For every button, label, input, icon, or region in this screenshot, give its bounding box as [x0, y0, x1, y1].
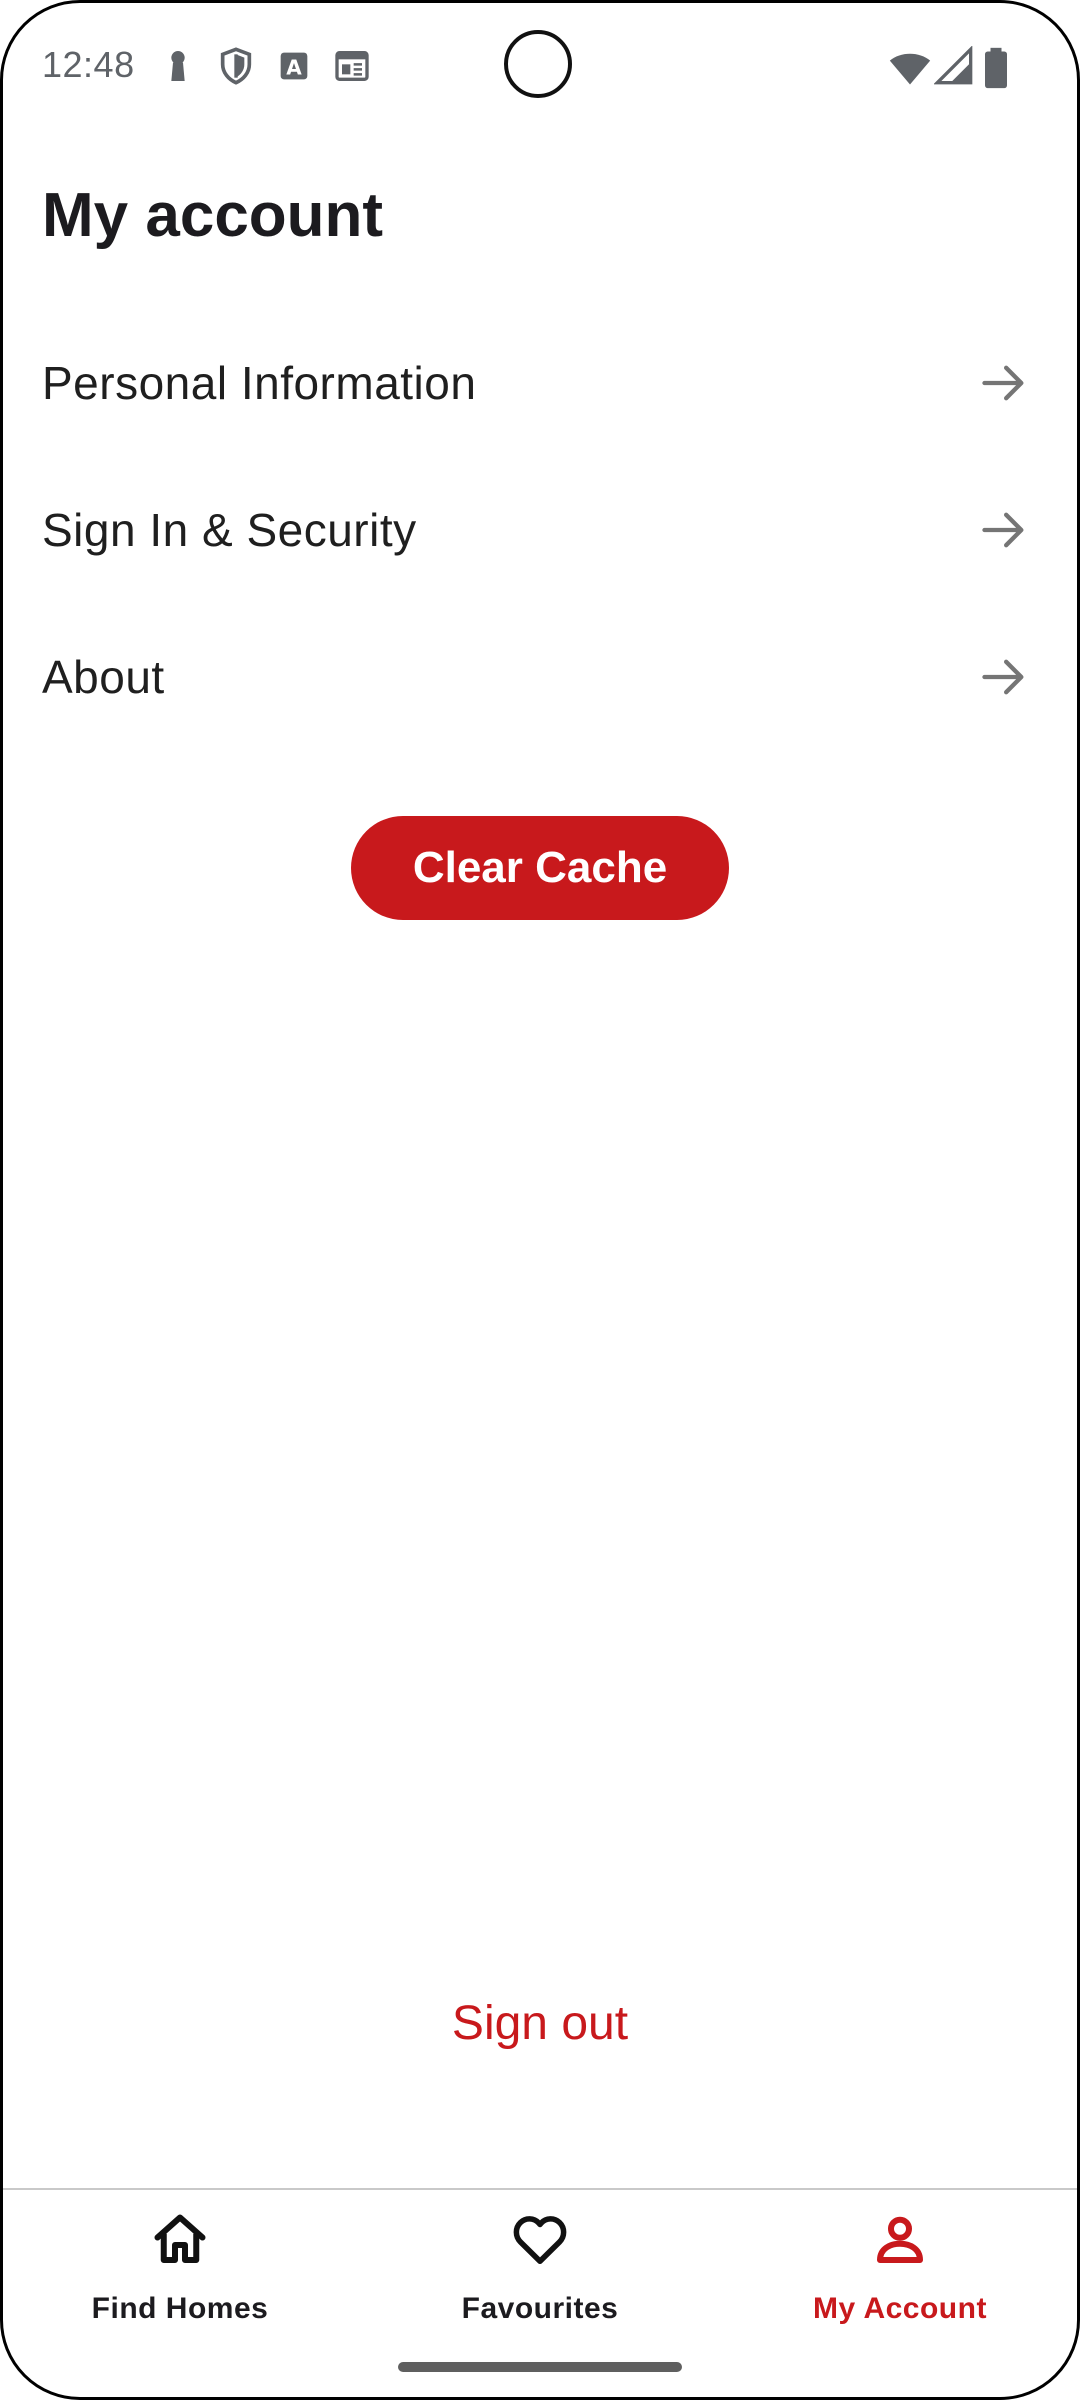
wifi-icon	[889, 53, 931, 85]
heart-icon	[513, 2216, 567, 2264]
nav-label: Favourites	[461, 2292, 619, 2325]
nav-label: Find Homes	[91, 2292, 269, 2325]
home-icon	[154, 2214, 206, 2263]
status-bar: 12:48 A	[0, 0, 1080, 136]
menu-item-label: Sign In & Security	[42, 504, 417, 556]
nav-item-my-account[interactable]: My Account	[720, 2210, 1080, 2340]
arrow-right-icon	[982, 512, 1024, 548]
status-time: 12:48	[42, 44, 135, 85]
nav-item-favourites[interactable]: Favourites	[360, 2210, 720, 2340]
menu-item-label: Personal Information	[42, 357, 477, 409]
page-title: My account	[42, 181, 384, 250]
cellular-signal-icon	[934, 46, 973, 85]
arrow-right-icon	[982, 365, 1024, 401]
home-indicator[interactable]	[398, 2362, 682, 2372]
nav-item-find-homes[interactable]: Find Homes	[0, 2210, 360, 2340]
account-screen: 12:48 A My account Personal Information …	[0, 0, 1080, 2400]
menu-item-sign-in-security[interactable]: Sign In & Security	[0, 460, 1080, 600]
svg-text:A: A	[286, 55, 302, 79]
calendar-icon	[335, 51, 369, 81]
clear-cache-button[interactable]: Clear Cache	[351, 816, 729, 920]
battery-icon	[985, 47, 1007, 89]
arrow-right-icon	[982, 659, 1024, 695]
menu-item-about[interactable]: About	[0, 607, 1080, 747]
nav-label: My Account	[813, 2292, 987, 2325]
menu-item-personal-information[interactable]: Personal Information	[0, 313, 1080, 453]
keyhole-icon	[171, 51, 185, 81]
camera-cutout	[504, 30, 572, 98]
menu-item-label: About	[42, 651, 165, 703]
font-a-icon: A	[280, 52, 308, 80]
sign-out-button[interactable]: Sign out	[0, 1996, 1080, 2066]
person-icon	[877, 2216, 923, 2263]
shield-icon	[220, 47, 252, 85]
